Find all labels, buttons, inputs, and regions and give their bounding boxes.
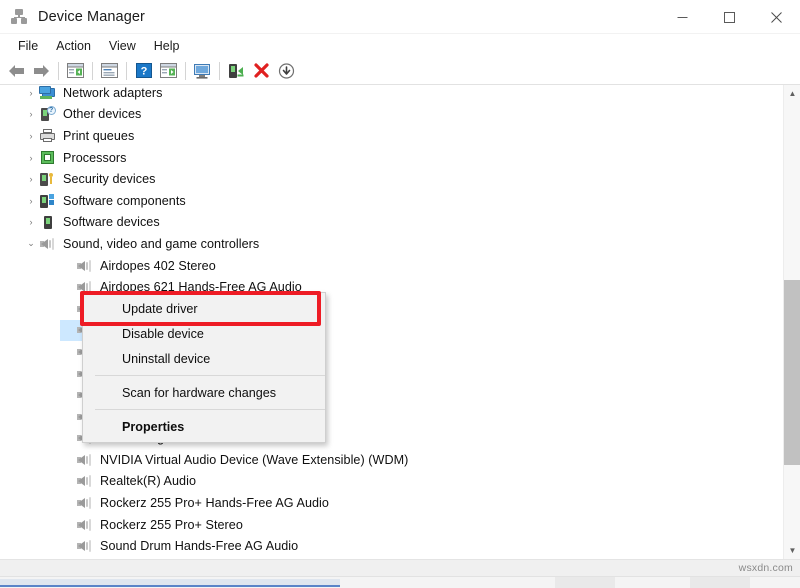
software-component-icon <box>39 193 57 209</box>
tree-row-label: Realtek(R) Audio <box>100 474 196 489</box>
context-menu-separator <box>95 375 325 376</box>
menu-action[interactable]: Action <box>47 37 100 55</box>
taskbar-tile-1 <box>555 577 615 588</box>
title-bar: Device Manager <box>0 0 800 34</box>
tree-row-label: Print queues <box>63 128 135 143</box>
toolbar-separator-2 <box>92 61 93 80</box>
tree-row[interactable]: › Software components <box>0 190 772 212</box>
printer-icon <box>39 128 57 144</box>
back-arrow-icon[interactable] <box>4 59 29 83</box>
tree-row[interactable]: Airdopes 402 Stereo <box>0 255 772 277</box>
tree-row-label: Sound Drum Hands-Free AG Audio <box>100 539 299 554</box>
tree-row-label: Processors <box>63 150 127 165</box>
toolbar: ? <box>0 57 800 85</box>
tree-row[interactable]: NVIDIA Virtual Audio Device (Wave Extens… <box>0 449 772 471</box>
tree-row[interactable]: Rockerz 255 Pro+ Hands-Free AG Audio <box>0 492 772 514</box>
horizontal-scroll-thumb[interactable] <box>0 579 340 587</box>
update-driver-icon[interactable] <box>224 59 249 83</box>
chevron-right-icon[interactable]: › <box>23 196 39 206</box>
menu-file[interactable]: File <box>9 37 47 55</box>
tree-row-label: NVIDIA Virtual Audio Device (Wave Extens… <box>100 452 409 467</box>
status-bar <box>0 559 800 576</box>
processor-icon <box>39 150 57 166</box>
tree-row[interactable]: › Processors <box>0 147 772 169</box>
device-context-menu[interactable]: Update driver Disable device Uninstall dev… <box>82 292 326 443</box>
scroll-up-arrow-icon[interactable]: ▲ <box>784 85 800 102</box>
tree-row-label: Rockerz 255 Pro+ Stereo <box>100 517 243 532</box>
tree-row-label: Network adapters <box>63 85 163 100</box>
tree-row[interactable]: ›? Other devices <box>0 104 772 126</box>
sound-device-icon <box>76 538 94 554</box>
show-hide-console-tree-icon[interactable] <box>63 59 88 83</box>
forward-arrow-icon[interactable] <box>29 59 54 83</box>
other-device-icon: ? <box>39 106 57 122</box>
toolbar-separator-4 <box>185 61 186 80</box>
tree-row[interactable]: Realtek(R) Audio <box>0 471 772 493</box>
device-manager-icon <box>10 8 28 26</box>
tree-row-label: Software components <box>63 193 186 208</box>
window-title: Device Manager <box>38 8 145 25</box>
chevron-right-icon[interactable]: › <box>23 109 39 119</box>
horizontal-scrollbar[interactable] <box>0 576 800 588</box>
window-controls <box>659 0 800 34</box>
toolbar-separator-1 <box>58 61 59 80</box>
context-menu-separator <box>95 409 325 410</box>
sound-controller-icon <box>39 236 57 252</box>
device-manager-window: Device Manager File Action View Help ? ›… <box>0 0 800 588</box>
close-button[interactable] <box>753 0 800 34</box>
context-menu-item[interactable]: Update driver <box>83 296 325 321</box>
tree-row[interactable]: ⌄ Sound, video and game controllers <box>0 233 772 255</box>
software-device-icon <box>39 214 57 230</box>
tree-row[interactable]: › Network adapters <box>0 85 772 104</box>
help-icon[interactable]: ? <box>131 59 156 83</box>
scroll-down-arrow-icon[interactable]: ▼ <box>784 542 800 559</box>
tree-row-label: Security devices <box>63 172 156 187</box>
tree-row-label: Rockerz 255 Pro+ Hands-Free AG Audio <box>100 496 329 511</box>
chevron-right-icon[interactable]: › <box>23 131 39 141</box>
toolbar-separator-3 <box>126 61 127 80</box>
context-menu-item[interactable]: Properties <box>83 414 325 439</box>
tree-row-label: Airdopes 402 Stereo <box>100 258 216 273</box>
context-menu-item[interactable]: Uninstall device <box>83 346 325 371</box>
security-device-icon <box>39 171 57 187</box>
tree-row-label: Software devices <box>63 215 160 230</box>
chevron-down-icon[interactable]: ⌄ <box>23 238 39 249</box>
network-adapter-icon <box>39 85 57 101</box>
properties-icon[interactable] <box>97 59 122 83</box>
sound-device-icon <box>76 517 94 533</box>
sound-device-icon <box>76 452 94 468</box>
toolbar-separator-5 <box>219 61 220 80</box>
tree-row[interactable]: › Software devices <box>0 212 772 234</box>
tree-row[interactable]: Rockerz 255 Pro+ Stereo <box>0 514 772 536</box>
maximize-button[interactable] <box>706 0 753 34</box>
svg-text:?: ? <box>140 66 147 78</box>
tree-row[interactable]: › Security devices <box>0 168 772 190</box>
disable-device-icon[interactable] <box>274 59 299 83</box>
tree-row-label: Other devices <box>63 107 142 122</box>
menu-help[interactable]: Help <box>145 37 189 55</box>
tree-row[interactable]: Sound Drum Hands-Free AG Audio <box>0 535 772 557</box>
vertical-scroll-thumb[interactable] <box>784 280 800 465</box>
menu-bar: File Action View Help <box>0 34 800 57</box>
scan-hardware-changes-icon[interactable] <box>190 59 215 83</box>
vertical-scrollbar[interactable]: ▲ ▼ <box>783 85 800 559</box>
chevron-right-icon[interactable]: › <box>23 88 39 98</box>
sound-device-icon <box>76 473 94 489</box>
tree-row[interactable]: › Print queues <box>0 125 772 147</box>
minimize-button[interactable] <box>659 0 706 34</box>
context-menu-item[interactable]: Disable device <box>83 321 325 346</box>
chevron-right-icon[interactable]: › <box>23 174 39 184</box>
chevron-right-icon[interactable]: › <box>23 153 39 163</box>
context-menu-item[interactable]: Scan for hardware changes <box>83 380 325 405</box>
sound-device-icon <box>76 258 94 274</box>
sound-device-icon <box>76 495 94 511</box>
uninstall-device-icon[interactable] <box>249 59 274 83</box>
taskbar-tile-2 <box>690 577 750 588</box>
tree-row-label: Sound, video and game controllers <box>63 236 260 251</box>
menu-view[interactable]: View <box>100 37 145 55</box>
watermark: wsxdn.com <box>738 562 793 574</box>
show-hide-action-pane-icon[interactable] <box>156 59 181 83</box>
chevron-right-icon[interactable]: › <box>23 217 39 227</box>
